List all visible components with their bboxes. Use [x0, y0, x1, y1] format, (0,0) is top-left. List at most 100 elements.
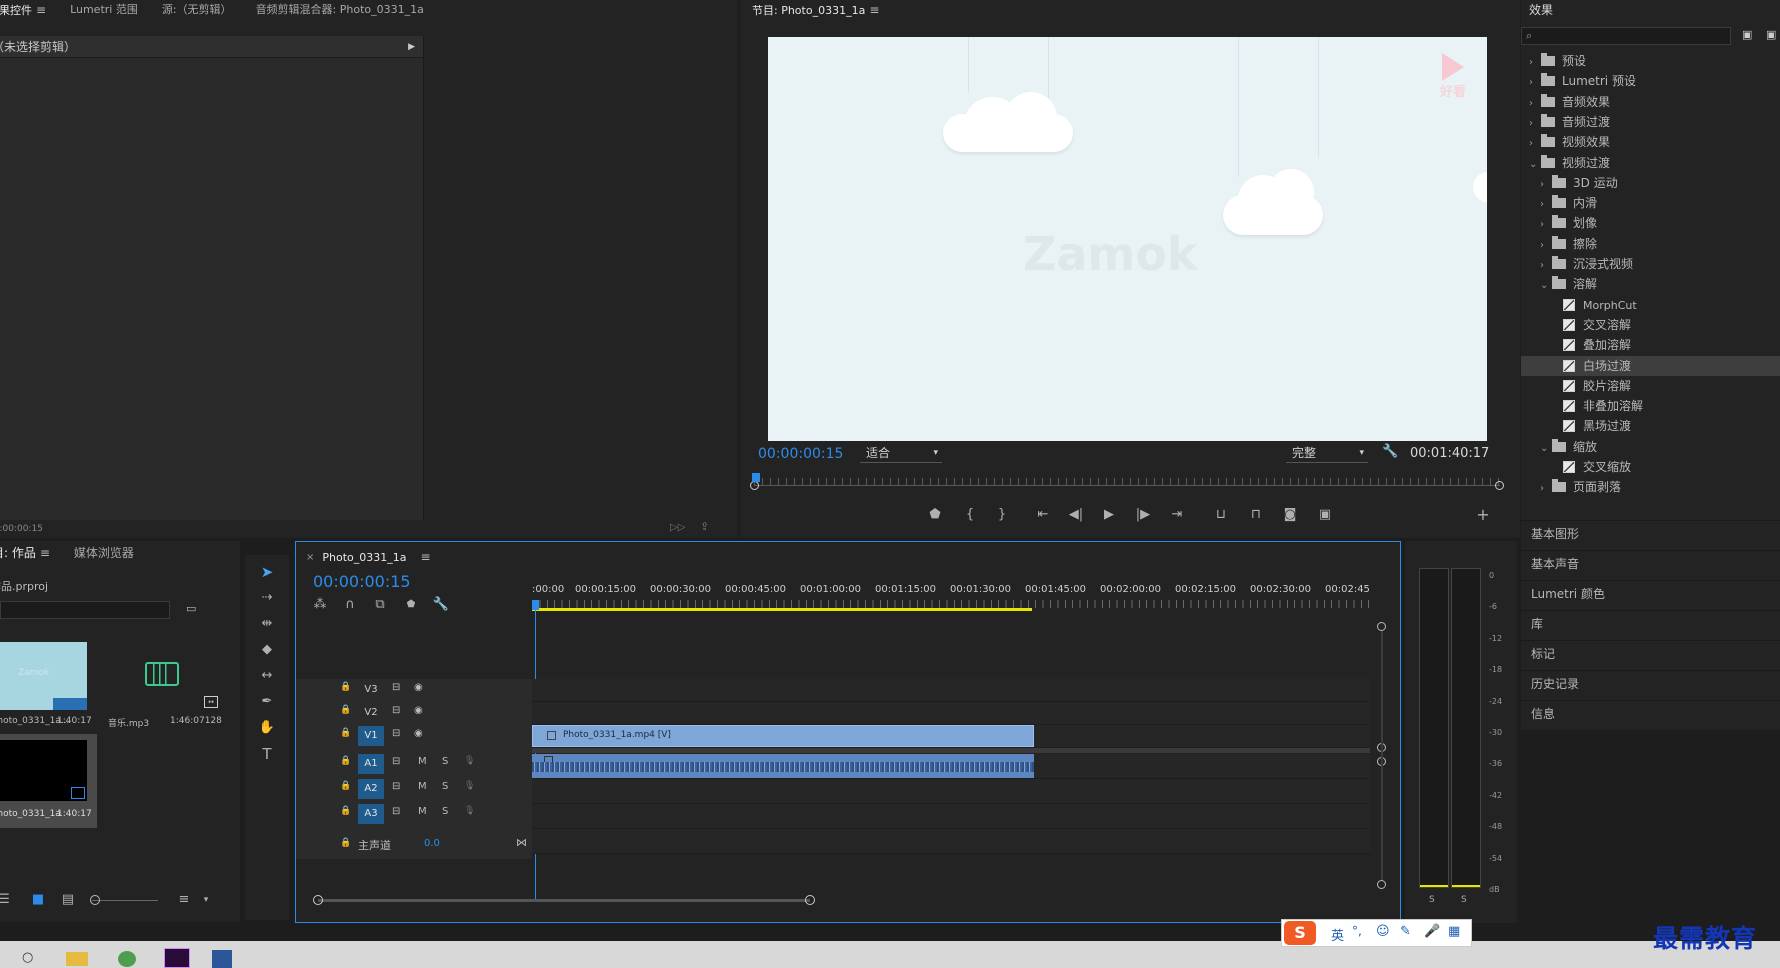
mark-in-icon[interactable]: {	[960, 506, 980, 524]
chevron-right-icon[interactable]: ›	[1529, 73, 1541, 93]
master-volume-value[interactable]: 0.0	[424, 838, 440, 849]
chevron-down-icon[interactable]: ⌄	[1540, 439, 1552, 459]
chevron-right-icon[interactable]: ›	[1540, 256, 1552, 276]
sync-lock-icon[interactable]: ⊟	[392, 705, 400, 716]
effects-search-input[interactable]: ⌕	[1521, 27, 1731, 45]
mute-button[interactable]: M	[418, 756, 427, 767]
chevron-right-icon[interactable]: ›	[1540, 175, 1552, 195]
track-target-a2[interactable]: A2	[358, 779, 384, 799]
new-bin-icon[interactable]: ▭	[186, 602, 196, 615]
playhead-marker[interactable]	[752, 473, 760, 482]
list-view-icon[interactable]: ☰	[0, 891, 14, 909]
effects-tree-item[interactable]: 交叉缩放	[1521, 457, 1780, 477]
program-viewport[interactable]: Zamok 好看	[768, 37, 1487, 441]
panel-menu-icon[interactable]: ≡	[36, 3, 46, 17]
sogou-logo-icon[interactable]: S	[1284, 921, 1316, 945]
chevron-right-icon[interactable]: ›	[1529, 114, 1541, 134]
tab-audio-clip-mixer[interactable]: 音频剪辑混合器: Photo_0331_1a	[244, 0, 436, 20]
chevron-right-icon[interactable]: ›	[1540, 479, 1552, 499]
side-panel-tab[interactable]: 库	[1521, 610, 1780, 636]
sync-lock-icon[interactable]: ⊟	[392, 756, 400, 767]
type-tool-icon[interactable]: T	[257, 745, 277, 763]
meter-solo-right[interactable]: S	[1461, 895, 1467, 905]
accelerated-effects-icon[interactable]: ▣	[1742, 28, 1752, 41]
pen-tool-icon[interactable]: ✒	[257, 693, 277, 711]
lock-icon[interactable]: 🔒	[340, 806, 351, 816]
eye-icon[interactable]: ◉	[414, 705, 423, 716]
zoom-slider-handle[interactable]	[90, 895, 100, 905]
ime-mic-icon[interactable]: 🎤	[1424, 924, 1440, 939]
meter-solo-left[interactable]: S	[1429, 895, 1435, 905]
tab-lumetri-scopes[interactable]: Lumetri 范围	[58, 0, 150, 20]
effects-tree-item[interactable]: 黑场过渡	[1521, 416, 1780, 436]
icon-view-icon[interactable]: ■	[28, 891, 48, 909]
close-icon[interactable]: ×	[306, 552, 314, 563]
project-item-sequence-thumb[interactable]: Zamok	[0, 642, 87, 710]
sync-lock-icon[interactable]: ⊟	[392, 728, 400, 739]
side-panel-tab[interactable]: 基本图形	[1521, 520, 1780, 546]
play-icon[interactable]: ▶	[1099, 506, 1119, 524]
program-scrubber[interactable]	[750, 473, 1504, 492]
timeline-settings-wrench-icon[interactable]: 🔧	[431, 596, 451, 614]
lock-icon[interactable]: 🔒	[340, 756, 351, 766]
track-target-v1[interactable]: V1	[358, 726, 384, 746]
scrubber-end-handle[interactable]	[1495, 481, 1504, 490]
mark-out-icon[interactable]: }	[992, 506, 1012, 524]
track-target-a3[interactable]: A3	[358, 804, 384, 824]
chevron-right-icon[interactable]: ›	[1540, 215, 1552, 235]
tab-sequence[interactable]: Photo_0331_1a ≡	[314, 547, 442, 567]
vertical-zoom-handle[interactable]	[1377, 622, 1386, 631]
ime-pen-icon[interactable]: ✎	[1400, 924, 1411, 939]
share-icon[interactable]: ⇪	[700, 520, 709, 533]
chevron-right-icon[interactable]: ›	[1529, 134, 1541, 154]
eye-icon[interactable]: ◉	[414, 682, 423, 693]
sync-lock-icon[interactable]: ⊟	[392, 682, 400, 693]
lock-icon[interactable]: 🔒	[340, 682, 351, 692]
eye-icon[interactable]: ◉	[414, 728, 423, 739]
track-select-tool-icon[interactable]: ⇢	[257, 589, 277, 607]
audio-clip[interactable]	[532, 754, 1034, 778]
selection-tool-icon[interactable]: ➤	[257, 563, 277, 581]
timeline-playhead-head[interactable]	[532, 600, 539, 610]
solo-button[interactable]: S	[442, 806, 448, 817]
chevron-right-icon[interactable]: ›	[1529, 53, 1541, 73]
chevron-down-icon[interactable]: ⌄	[1529, 155, 1541, 175]
slip-tool-icon[interactable]: ↔	[257, 667, 277, 685]
effects-tree-item[interactable]: › 擦除	[1521, 234, 1780, 254]
snap-magnet-icon[interactable]: ∩	[340, 596, 360, 614]
freeform-view-icon[interactable]: ▤	[58, 891, 78, 909]
go-to-out-icon[interactable]: ⇥	[1167, 506, 1187, 524]
project-item-selected-tile[interactable]: Photo_0331_1a 1:40:17	[0, 734, 97, 828]
ime-lang-toggle[interactable]: 英	[1331, 925, 1344, 944]
chevron-down-icon[interactable]: ▾	[196, 891, 216, 909]
effects-tree-item[interactable]: › 预设	[1521, 51, 1780, 71]
solo-button[interactable]: S	[442, 756, 448, 767]
vertical-zoom-handle[interactable]	[1377, 880, 1386, 889]
tab-source[interactable]: 源:（无剪辑）	[150, 0, 244, 20]
tab-project[interactable]: 项目: 作品≡	[0, 543, 62, 563]
step-forward-icon[interactable]: |▶	[1133, 506, 1153, 524]
taskbar-word-icon[interactable]	[212, 950, 232, 968]
effects-tree-item[interactable]: › 页面剥落	[1521, 477, 1780, 497]
track-target-v3[interactable]: V3	[358, 680, 384, 700]
program-current-timecode[interactable]: 00:00:00:15	[758, 446, 843, 462]
track-target-v2[interactable]: V2	[358, 703, 384, 723]
extract-icon[interactable]: ⊓	[1246, 506, 1266, 524]
add-marker-icon[interactable]: ⬟	[401, 596, 421, 614]
effects-tree-item[interactable]: › 音频过渡	[1521, 112, 1780, 132]
taskbar-browser-icon[interactable]	[118, 951, 136, 967]
taskbar-premiere-icon[interactable]	[164, 948, 190, 968]
effects-tree-item[interactable]: › 音频效果	[1521, 92, 1780, 112]
camera-icon[interactable]: ◙	[1280, 506, 1300, 524]
go-to-end-icon[interactable]: ⋈	[516, 836, 527, 849]
panel-menu-icon[interactable]: ≡	[869, 3, 879, 17]
zoom-handle-right[interactable]	[805, 895, 815, 905]
step-back-icon[interactable]: ◀|	[1066, 506, 1086, 524]
side-panel-tab[interactable]: Lumetri 颜色	[1521, 580, 1780, 606]
effects-tree-item[interactable]: › 3D 运动	[1521, 173, 1780, 193]
video-clip[interactable]: Photo_0331_1a.mp4 [V]	[532, 725, 1034, 747]
mute-button[interactable]: M	[418, 781, 427, 792]
lock-icon[interactable]: 🔒	[340, 728, 351, 738]
sync-lock-icon[interactable]: ⊟	[392, 806, 400, 817]
wrench-icon[interactable]: 🔧	[1382, 444, 1398, 459]
